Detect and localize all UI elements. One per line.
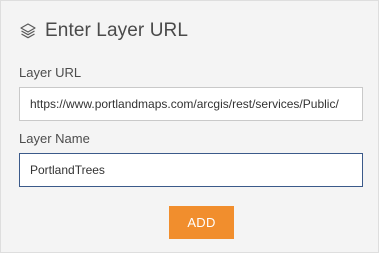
layer-url-label: Layer URL — [19, 65, 82, 80]
layer-url-input[interactable] — [19, 87, 363, 121]
add-layer-panel: Enter Layer URL Layer URL Layer Name ADD — [0, 0, 379, 253]
layer-name-label: Layer Name — [19, 131, 90, 146]
panel-title: Enter Layer URL — [45, 20, 189, 41]
layer-name-input[interactable] — [19, 153, 363, 187]
layers-icon — [19, 22, 37, 40]
add-button[interactable]: ADD — [169, 206, 234, 239]
panel-header: Enter Layer URL — [19, 19, 188, 43]
